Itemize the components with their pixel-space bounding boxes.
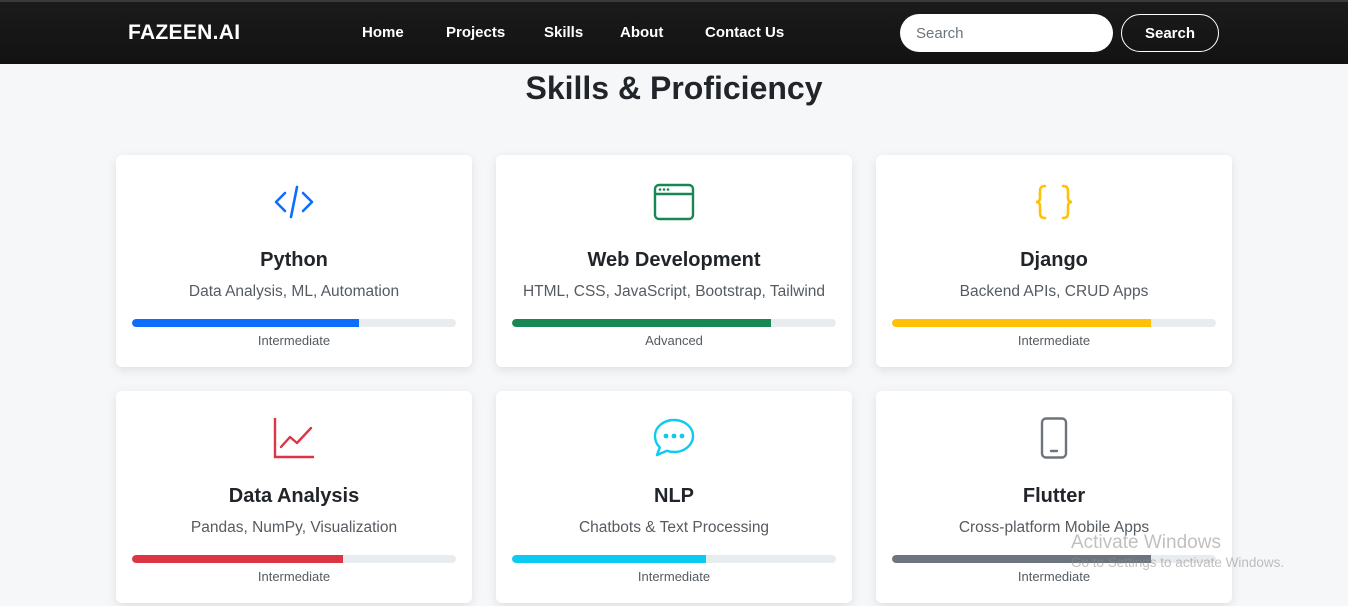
navbar: FAZEEN.AI Home Projects Skills About Con… xyxy=(0,0,1348,64)
skill-level: Intermediate xyxy=(257,333,331,348)
nav-link-contact-us[interactable]: Contact Us xyxy=(705,24,784,41)
skill-card-web-development: Web Development HTML, CSS, JavaScript, B… xyxy=(496,155,852,367)
skill-progress-fill xyxy=(892,319,1152,327)
browser-window-icon xyxy=(496,181,852,223)
skill-description: Chatbots & Text Processing xyxy=(578,519,770,536)
skill-progress-fill xyxy=(512,555,707,563)
phone-icon-svg xyxy=(1040,417,1068,459)
skill-progress-track xyxy=(892,555,1216,563)
braces-icon-svg xyxy=(1035,184,1073,220)
skill-title: Flutter xyxy=(1022,485,1086,507)
skill-title: NLP xyxy=(654,485,694,507)
skill-title: Python xyxy=(260,249,328,271)
skill-title: Web Development xyxy=(587,249,761,271)
skill-card-flutter: Flutter Cross-platform Mobile Apps Inter… xyxy=(876,391,1232,603)
skill-card-data-analysis: Data Analysis Pandas, NumPy, Visualizati… xyxy=(116,391,472,603)
skill-progress-track xyxy=(512,555,836,563)
chat-dots-icon-svg xyxy=(653,418,695,457)
skill-level: Intermediate xyxy=(1017,333,1091,348)
skill-progress-track xyxy=(892,319,1216,327)
code-icon-svg xyxy=(274,185,314,219)
braces-icon xyxy=(876,181,1232,223)
skill-description: Backend APIs, CRUD Apps xyxy=(959,283,1149,300)
skill-progress-fill xyxy=(512,319,772,327)
skill-progress-fill xyxy=(892,555,1152,563)
skill-progress-track xyxy=(132,555,456,563)
skill-title: Django xyxy=(1020,249,1088,271)
skill-card-nlp: NLP Chatbots & Text Processing Intermedi… xyxy=(496,391,852,603)
skill-progress-fill xyxy=(132,555,343,563)
skill-progress-track xyxy=(132,319,456,327)
search-button[interactable]: Search xyxy=(1121,14,1219,52)
code-icon xyxy=(116,181,472,223)
skill-description: Cross-platform Mobile Apps xyxy=(958,519,1150,536)
nav-link-skills[interactable]: Skills xyxy=(544,24,583,41)
phone-icon xyxy=(876,417,1232,459)
skill-description: Data Analysis, ML, Automation xyxy=(188,283,400,300)
nav-link-about[interactable]: About xyxy=(620,24,663,41)
skill-level: Intermediate xyxy=(637,569,711,584)
browser-window-icon-svg xyxy=(653,183,695,221)
skill-title: Data Analysis xyxy=(228,485,360,507)
skill-level: Advanced xyxy=(645,333,703,348)
line-chart-icon xyxy=(116,417,472,459)
search-input[interactable] xyxy=(900,14,1113,52)
skill-card-python: Python Data Analysis, ML, Automation Int… xyxy=(116,155,472,367)
nav-link-projects[interactable]: Projects xyxy=(446,24,505,41)
line-chart-icon-svg xyxy=(273,418,314,459)
section-title: Skills & Proficiency xyxy=(525,70,823,106)
skill-level: Intermediate xyxy=(257,569,331,584)
nav-link-home[interactable]: Home xyxy=(362,24,404,41)
brand-logo[interactable]: FAZEEN.AI xyxy=(128,21,240,45)
skill-progress-track xyxy=(512,319,836,327)
skill-progress-fill xyxy=(132,319,359,327)
chat-dots-icon xyxy=(496,417,852,459)
skill-description: Pandas, NumPy, Visualization xyxy=(190,519,398,536)
skill-level: Intermediate xyxy=(1017,569,1091,584)
skill-description: HTML, CSS, JavaScript, Bootstrap, Tailwi… xyxy=(522,283,826,300)
skill-card-django: Django Backend APIs, CRUD Apps Intermedi… xyxy=(876,155,1232,367)
